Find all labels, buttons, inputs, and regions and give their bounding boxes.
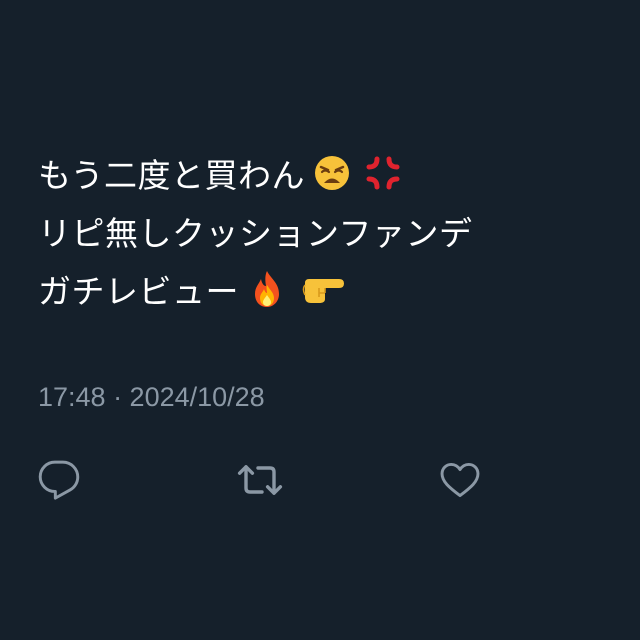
retweet-button[interactable] bbox=[236, 456, 284, 504]
like-icon bbox=[438, 458, 482, 502]
tweet-line-1: もう二度と買わん bbox=[38, 144, 618, 202]
reply-button[interactable] bbox=[35, 456, 83, 504]
retweet-icon bbox=[236, 456, 284, 504]
tweet-timestamp[interactable]: 17:48 · 2024/10/28 bbox=[38, 382, 265, 413]
like-button[interactable] bbox=[436, 456, 484, 504]
reply-icon bbox=[37, 458, 81, 502]
tweet-line-2: リピ無しクッションファンデ bbox=[38, 202, 618, 260]
tweet-line-1-text: もう二度と買わん bbox=[38, 156, 306, 195]
tweet-text: もう二度と買わん リピ無しクッションファンデ ガチレビュー bbox=[38, 144, 618, 318]
tweet: もう二度と買わん リピ無しクッションファンデ ガチレビュー 17:48 · 20… bbox=[0, 0, 640, 640]
tweet-line-2-text: リピ無しクッションファンデ bbox=[38, 214, 473, 253]
tweet-actions bbox=[0, 456, 640, 506]
anger-symbol-icon bbox=[365, 155, 401, 191]
fire-icon bbox=[247, 269, 287, 309]
tweet-line-3: ガチレビュー bbox=[38, 260, 618, 318]
tweet-line-3-text: ガチレビュー bbox=[38, 272, 239, 311]
backhand-index-pointing-right-icon bbox=[299, 271, 345, 307]
weary-face-icon bbox=[313, 154, 351, 192]
